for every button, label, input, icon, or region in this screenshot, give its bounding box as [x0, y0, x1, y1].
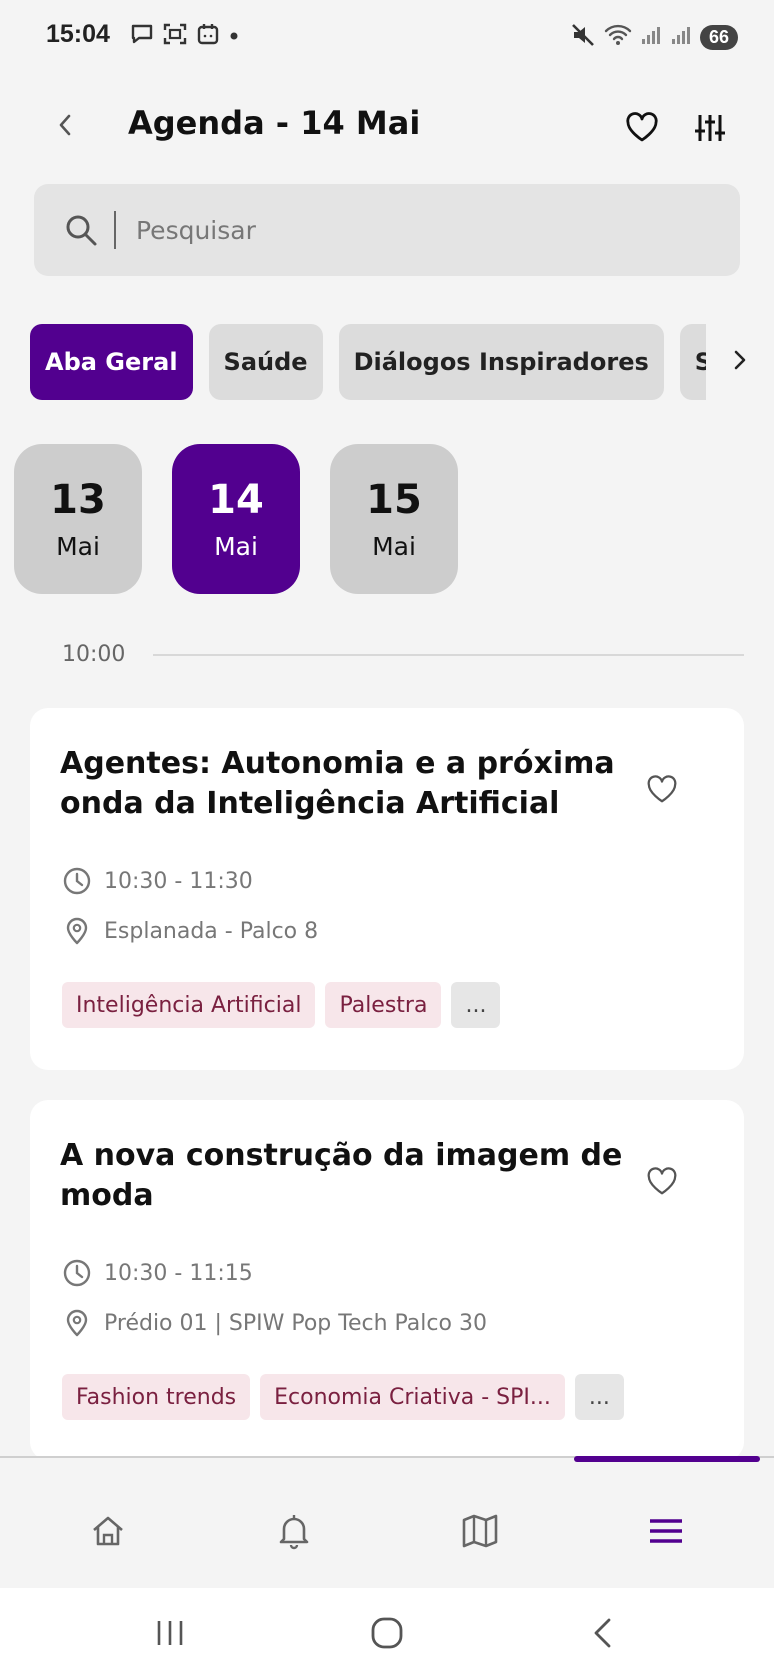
clock-icon [63, 867, 91, 895]
event-favorite-button[interactable] [642, 770, 682, 810]
bottom-nav [0, 1456, 774, 1588]
event-tags: Fashion trends Economia Criativa - SPI..… [62, 1374, 624, 1420]
tab-dialogos-inspiradores[interactable]: Diálogos Inspiradores [338, 324, 664, 400]
signal-icon [640, 24, 662, 50]
event-card[interactable]: Agentes: Autonomia e a próxima onda da I… [30, 708, 744, 1070]
heart-icon [626, 112, 658, 142]
status-icons-right: 66 [570, 22, 738, 52]
back-button[interactable] [48, 108, 82, 142]
date-day: 13 [50, 476, 106, 523]
sliders-icon [695, 115, 725, 141]
category-tabs: Aba Geral Saúde Diálogos Inspiradores So [30, 324, 706, 400]
search-bar[interactable] [34, 184, 740, 276]
favorites-button[interactable] [622, 108, 662, 148]
event-tags-more[interactable]: ... [451, 982, 501, 1028]
chevron-right-icon [734, 350, 746, 370]
tab-saude[interactable]: Saúde [208, 324, 323, 400]
filter-button[interactable] [690, 108, 730, 148]
date-month: Mai [56, 531, 100, 561]
home-icon [93, 1516, 123, 1546]
signal-icon [670, 24, 692, 50]
header: Agenda - 14 Mai [0, 90, 774, 160]
nav-menu-button[interactable] [641, 1506, 691, 1556]
date-13-mai[interactable]: 13 Mai [14, 444, 142, 594]
menu-icon [650, 1519, 682, 1543]
event-tag[interactable]: Palestra [325, 982, 442, 1028]
back-system-button[interactable] [578, 1608, 628, 1658]
screenshot-icon [162, 22, 188, 50]
event-title: A nova construção da imagem de moda [60, 1138, 623, 1213]
date-day: 15 [366, 476, 422, 523]
event-tag[interactable]: Economia Criativa - SPI... [260, 1374, 565, 1420]
event-location: Esplanada - Palco 8 [104, 918, 319, 944]
event-time-row: 10:30 - 11:15 [62, 1258, 253, 1288]
nav-map-button[interactable] [455, 1506, 505, 1556]
date-month: Mai [214, 531, 258, 561]
timeslot-divider [153, 653, 744, 656]
timeslot-header: 10:00 [62, 642, 744, 667]
page-title: Agenda - 14 Mai [128, 104, 421, 142]
event-location-row: Esplanada - Palco 8 [62, 916, 318, 946]
recent-apps-button[interactable] [145, 1608, 195, 1658]
heart-icon [647, 775, 677, 803]
home-circle-icon [371, 1617, 403, 1649]
back-chevron-icon [594, 1618, 611, 1648]
date-selector: 13 Mai 14 Mai 15 Mai [14, 444, 458, 594]
date-day: 14 [208, 476, 264, 523]
event-card[interactable]: A nova construção da imagem de moda 10:3… [30, 1100, 744, 1460]
event-tags-more[interactable]: ... [574, 1374, 624, 1420]
timeslot-label: 10:00 [62, 642, 126, 667]
mute-icon [570, 22, 596, 52]
home-system-button[interactable] [362, 1608, 412, 1658]
search-icon [64, 212, 100, 248]
event-location-row: Prédio 01 | SPIW Pop Tech Palco 30 [62, 1308, 487, 1338]
status-time: 15:04 [46, 20, 110, 48]
search-input[interactable] [136, 215, 636, 245]
clock-icon [63, 1259, 91, 1287]
active-tab-indicator [574, 1456, 760, 1462]
event-time: 10:30 - 11:15 [104, 1260, 253, 1286]
tab-aba-geral[interactable]: Aba Geral [30, 324, 193, 400]
bell-icon [279, 1515, 309, 1550]
event-tag[interactable]: Fashion trends [62, 1374, 251, 1420]
recent-apps-icon [157, 1621, 183, 1645]
event-location: Prédio 01 | SPIW Pop Tech Palco 30 [104, 1310, 487, 1336]
nav-notifications-button[interactable] [269, 1506, 319, 1556]
date-month: Mai [372, 531, 416, 561]
map-icon [462, 1514, 498, 1548]
heart-icon [647, 1167, 677, 1195]
system-navigation-bar [0, 1588, 774, 1678]
status-bar: 15:04 66 [0, 0, 774, 76]
event-tags: Inteligência Artificial Palestra ... [62, 982, 501, 1028]
location-pin-icon [66, 1309, 88, 1337]
tabs-scroll-right-button[interactable] [726, 340, 754, 380]
date-15-mai[interactable]: 15 Mai [330, 444, 458, 594]
event-title: Agentes: Autonomia e a próxima onda da I… [60, 746, 615, 821]
dot-icon [228, 27, 240, 46]
wifi-icon [604, 23, 632, 51]
event-time-row: 10:30 - 11:30 [62, 866, 253, 896]
chevron-left-icon [59, 114, 71, 136]
date-14-mai[interactable]: 14 Mai [172, 444, 300, 594]
nav-home-button[interactable] [83, 1506, 133, 1556]
status-icons-left [130, 22, 240, 50]
event-time: 10:30 - 11:30 [104, 868, 253, 894]
battery-indicator: 66 [699, 24, 738, 50]
search-cursor [114, 211, 116, 249]
calendar-icon [196, 22, 220, 50]
event-favorite-button[interactable] [642, 1162, 682, 1202]
event-tag[interactable]: Inteligência Artificial [62, 982, 316, 1028]
message-icon [130, 22, 154, 50]
location-pin-icon [66, 917, 88, 945]
tab-so[interactable]: So [679, 324, 706, 400]
